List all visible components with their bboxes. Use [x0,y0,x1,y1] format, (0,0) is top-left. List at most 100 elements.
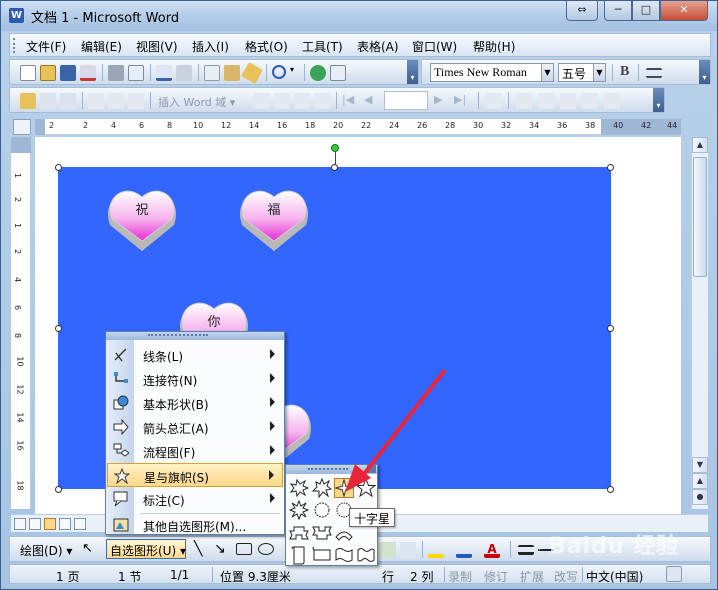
wave-icon[interactable] [334,545,354,565]
resize-handle[interactable] [55,486,62,493]
rectangle-tool-icon[interactable] [236,543,252,555]
insert-clipart-icon[interactable] [400,542,416,558]
compat-icon[interactable]: ⇔ [566,1,598,21]
ribbon-up-icon[interactable] [289,523,309,543]
format-painter-icon[interactable] [241,62,263,84]
menu-view[interactable]: 视图(V) [136,38,178,55]
explosion-1-icon[interactable] [289,478,309,498]
autoshapes-button[interactable]: 自选图形(U) ▾ [110,542,186,559]
horizontal-scroll-icon[interactable] [312,545,332,565]
line-color-icon[interactable] [456,542,472,558]
autoshapes-menu-item-lines[interactable]: 线条(L) [107,343,283,367]
ribbon-down-icon[interactable] [312,523,332,543]
menu-edit[interactable]: 编辑(E) [81,38,122,55]
font-name-dropdown-icon[interactable]: ▼ [541,63,554,82]
word-app-icon[interactable]: W [9,8,24,23]
rotation-handle[interactable] [331,144,339,152]
vertical-scrollbar[interactable]: ▲ ▼ ▲ ● [691,137,708,509]
menu-file[interactable]: 文件(F) [26,38,66,55]
autoshapes-menu-item-callouts[interactable]: 标注(C) [107,487,283,511]
bold-button[interactable]: B [620,64,629,80]
undo-icon[interactable] [272,65,286,79]
heart-shape[interactable]: 祝 [106,187,178,253]
oval-tool-icon[interactable] [258,543,274,555]
spelling-status-icon[interactable] [666,566,682,582]
status-language[interactable]: 中文(中国) [586,568,643,585]
select-browse-object-icon[interactable]: ● [692,489,708,505]
autoshapes-menu-item-more[interactable]: 其他自选图形(M)... [107,513,283,537]
resize-handle[interactable] [55,164,62,171]
mail-merge-recipients-icon[interactable] [60,93,76,109]
minimize-button[interactable]: ─ [604,1,632,21]
spelling-icon[interactable] [156,65,172,81]
print-icon[interactable] [108,65,124,81]
menu-window[interactable]: 窗口(W) [412,38,457,55]
tab-selector[interactable] [13,119,31,135]
autoshapes-menu-item-connectors[interactable]: 连接符(N) [107,367,283,391]
menu-drag-handle[interactable] [106,332,284,340]
autoshapes-menu-item-block-arrows[interactable]: 箭头总汇(A) [107,415,283,439]
draw-menu-button[interactable]: 绘图(D) ▾ [20,542,72,559]
reading-layout-view-icon[interactable] [74,518,86,530]
toolbar-grip[interactable] [13,38,16,53]
previous-page-icon[interactable]: ▲ [692,473,708,489]
resize-handle[interactable] [55,325,62,332]
resize-handle[interactable] [331,164,338,171]
main-document-setup-icon[interactable] [20,93,36,109]
arrow-tool-icon[interactable]: ↘ [214,541,230,557]
autoshapes-menu-item-stars-banners[interactable]: 星与旗帜(S) [107,463,283,487]
copy-icon[interactable] [204,65,220,81]
resize-handle[interactable] [607,325,614,332]
menu-help[interactable]: 帮助(H) [473,38,515,55]
font-color-icon[interactable]: A [484,542,500,558]
heart-shape[interactable]: 福 [238,187,310,253]
scrollbar-thumb[interactable] [693,157,707,277]
autoshapes-menu-item-basic-shapes[interactable]: 基本形状(B) [107,391,283,415]
line-style-icon[interactable] [518,545,534,555]
status-overtype[interactable]: 改写 [554,568,578,585]
save-icon[interactable] [60,65,76,81]
align-justify-icon[interactable] [646,68,662,78]
explosion-2-icon[interactable] [312,478,332,498]
title-bar[interactable]: W 文档 1 - Microsoft Word ⇔ ─ □ ✕ [1,1,717,31]
horizontal-ruler[interactable]: 2 2 4 6 8 10 12 14 16 18 20 22 24 26 28 … [35,119,681,135]
8-point-star-icon[interactable] [289,500,309,520]
status-track-changes[interactable]: 修订 [484,568,508,585]
open-data-source-icon[interactable] [40,93,56,109]
hyperlink-icon[interactable] [310,65,326,81]
table-icon[interactable] [330,65,346,81]
status-record-macro[interactable]: 录制 [448,568,472,585]
font-size-field[interactable]: 五号 [558,63,594,82]
autoshapes-menu-item-flowchart[interactable]: 流程图(F) [107,439,283,463]
menu-format[interactable]: 格式(O) [245,38,288,55]
16-point-star-icon[interactable] [312,500,332,520]
resize-handle[interactable] [607,486,614,493]
new-document-icon[interactable] [20,65,36,81]
toolbar-options-chevron-icon[interactable]: ▾ [699,60,710,84]
research-icon[interactable] [176,65,192,81]
status-extend-selection[interactable]: 扩展 [520,568,544,585]
line-tool-icon[interactable]: ╲ [194,541,210,557]
insert-picture-icon[interactable] [380,542,396,558]
resize-handle[interactable] [607,164,614,171]
undo-dropdown-icon[interactable]: ▾ [290,65,298,81]
print-layout-view-icon[interactable] [44,518,56,530]
double-wave-icon[interactable] [356,545,376,565]
menu-table[interactable]: 表格(A) [357,38,399,55]
close-button[interactable]: ✕ [660,1,708,21]
scroll-down-icon[interactable]: ▼ [692,457,708,473]
normal-view-icon[interactable] [14,518,26,530]
print-preview-icon[interactable] [128,65,144,81]
outline-view-icon[interactable] [59,518,71,530]
toolbar-options-chevron-icon[interactable]: ▾ [407,60,418,84]
go-to-record-input[interactable] [384,91,428,110]
vertical-ruler[interactable]: 1 2 1 2 4 6 8 10 12 14 16 18 [11,137,31,509]
web-layout-view-icon[interactable] [29,518,41,530]
fill-color-icon[interactable] [428,542,444,558]
permission-icon[interactable] [80,65,96,81]
open-folder-icon[interactable] [40,65,56,81]
font-size-dropdown-icon[interactable]: ▼ [593,63,606,82]
paste-icon[interactable] [224,65,240,81]
toolbar-options-chevron-icon[interactable]: ▾ [653,88,664,112]
menu-insert[interactable]: 插入(I) [192,38,229,55]
